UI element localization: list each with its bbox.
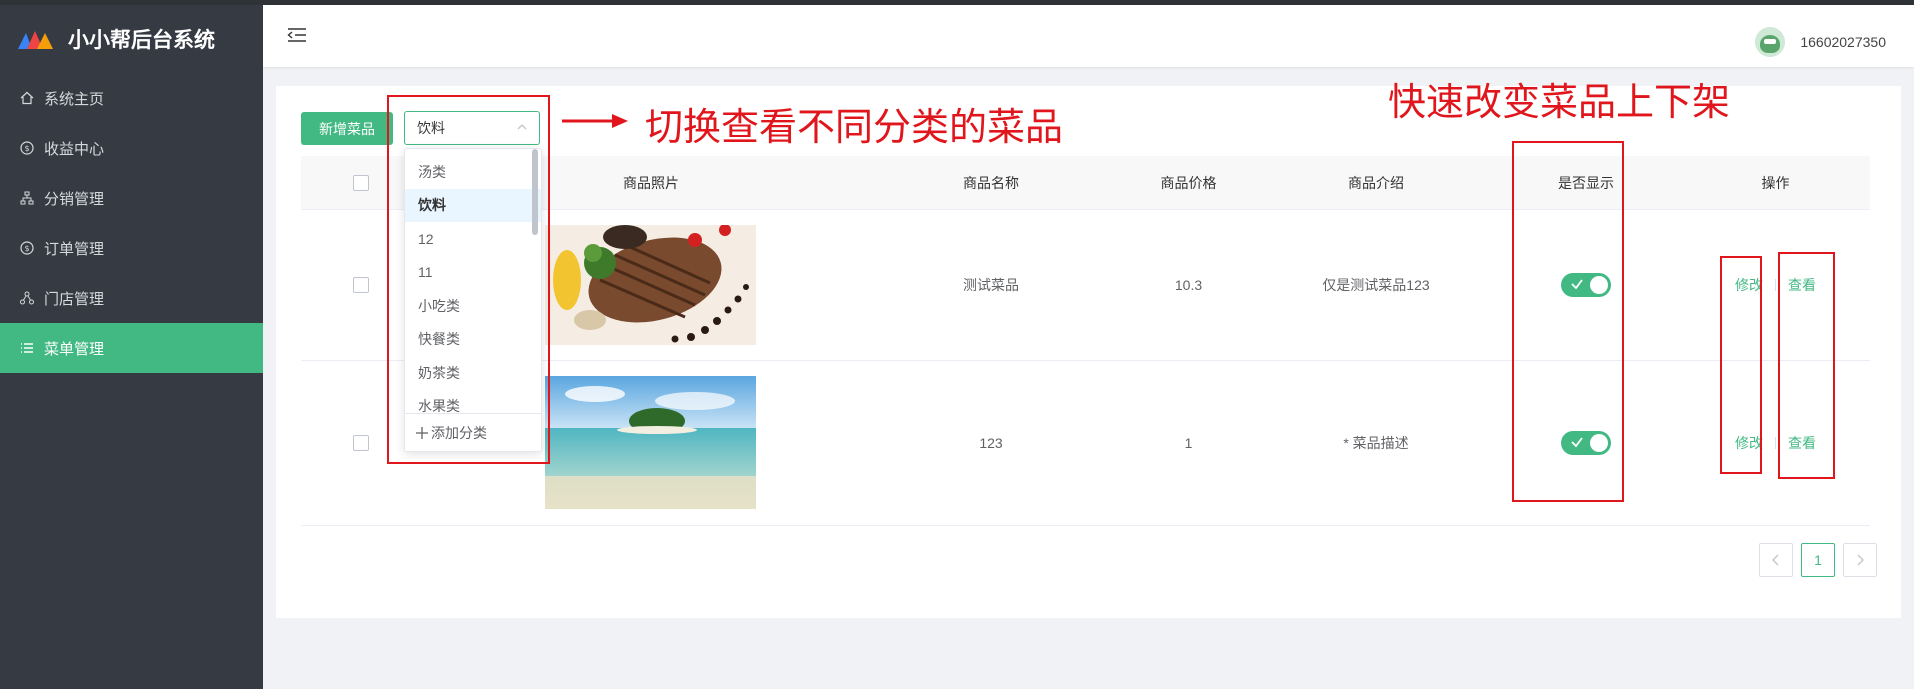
sidebar-item-home[interactable]: 系统主页 xyxy=(0,73,263,123)
annotation-box-visible xyxy=(1512,141,1624,502)
chevron-left-icon xyxy=(1772,554,1779,566)
sidebar-item-stores[interactable]: 门店管理 xyxy=(0,273,263,323)
sidebar-item-label: 分销管理 xyxy=(44,190,105,208)
sidebar-item-menu[interactable]: 菜单管理 xyxy=(0,323,263,373)
menu-fold-icon[interactable] xyxy=(287,27,307,43)
logo-icon xyxy=(18,31,53,49)
sidebar-item-label: 收益中心 xyxy=(44,140,105,158)
brand: 小小帮后台系统 xyxy=(0,5,263,73)
dish-photo-steak[interactable] xyxy=(545,225,756,345)
sidebar-item-distribution[interactable]: 分销管理 xyxy=(0,173,263,223)
dish-photo-beach[interactable] xyxy=(545,376,756,509)
app-title: 小小帮后台系统 xyxy=(68,29,215,52)
row-select-cell xyxy=(341,210,381,360)
row-checkbox[interactable] xyxy=(353,277,369,293)
list-icon xyxy=(20,341,34,355)
prev-page-button[interactable] xyxy=(1759,543,1793,577)
column-header: 商品名称 xyxy=(963,175,1019,191)
select-all-cell xyxy=(341,156,381,210)
column-header: 商品介绍 xyxy=(1348,175,1404,191)
dish-intro: * 菜品描述 xyxy=(1343,435,1409,451)
home-icon xyxy=(20,91,34,105)
row-select-cell xyxy=(341,361,381,525)
add-dish-button[interactable]: 新增菜品 xyxy=(301,112,393,145)
svg-text:$: $ xyxy=(24,244,29,253)
user-menu[interactable]: 16602027350 xyxy=(1755,27,1886,57)
annotation-box-view xyxy=(1778,252,1835,479)
annotation-box-edit xyxy=(1720,256,1762,474)
divider xyxy=(1775,437,1776,449)
avatar[interactable] xyxy=(1755,27,1786,57)
annotation-text-shelf: 快速改变菜品上下架 xyxy=(1388,80,1731,124)
network-icon xyxy=(20,291,34,305)
dish-name: 123 xyxy=(979,435,1003,451)
column-header: 商品价格 xyxy=(1160,175,1217,191)
sidebar-item-label: 系统主页 xyxy=(44,90,105,108)
sidebar-item-income[interactable]: $ 收益中心 xyxy=(0,123,263,173)
dish-price: 10.3 xyxy=(1174,277,1203,293)
actions-cell: 修改 查看 xyxy=(1681,210,1870,360)
sidebar-item-label: 门店管理 xyxy=(44,290,105,308)
dollar-circle-icon: $ xyxy=(20,141,34,155)
next-page-button[interactable] xyxy=(1843,543,1877,577)
divider xyxy=(1775,279,1776,291)
chevron-right-icon xyxy=(1857,554,1864,566)
svg-text:$: $ xyxy=(24,144,29,153)
sidebar-item-label: 菜单管理 xyxy=(44,340,105,358)
username: 16602027350 xyxy=(1800,34,1886,50)
dollar-circle-icon: $ xyxy=(20,241,34,255)
page-button[interactable]: 1 xyxy=(1801,543,1835,577)
sidebar-item-label: 订单管理 xyxy=(44,240,105,258)
annotation-text-category: 切换查看不同分类的菜品 xyxy=(645,105,1064,149)
select-all-checkbox[interactable] xyxy=(353,175,369,191)
sitemap-icon xyxy=(20,191,34,205)
dish-price: 1 xyxy=(1184,435,1193,451)
column-header: 操作 xyxy=(1761,175,1790,191)
actions-cell: 修改 查看 xyxy=(1681,361,1870,525)
annotation-arrow-icon xyxy=(562,114,628,128)
dish-intro: 仅是测试菜品123 xyxy=(1322,277,1430,293)
annotation-box-category xyxy=(387,95,550,464)
sidebar-item-orders[interactable]: $ 订单管理 xyxy=(0,223,263,273)
top-header: 16602027350 xyxy=(263,5,1914,67)
sidebar: 小小帮后台系统 系统主页 $ 收益中心 分销管理 $ 订单管理 门店管理 菜单管… xyxy=(0,5,263,689)
dish-name: 测试菜品 xyxy=(963,277,1019,293)
row-checkbox[interactable] xyxy=(353,435,369,451)
column-header: 商品照片 xyxy=(623,175,679,191)
